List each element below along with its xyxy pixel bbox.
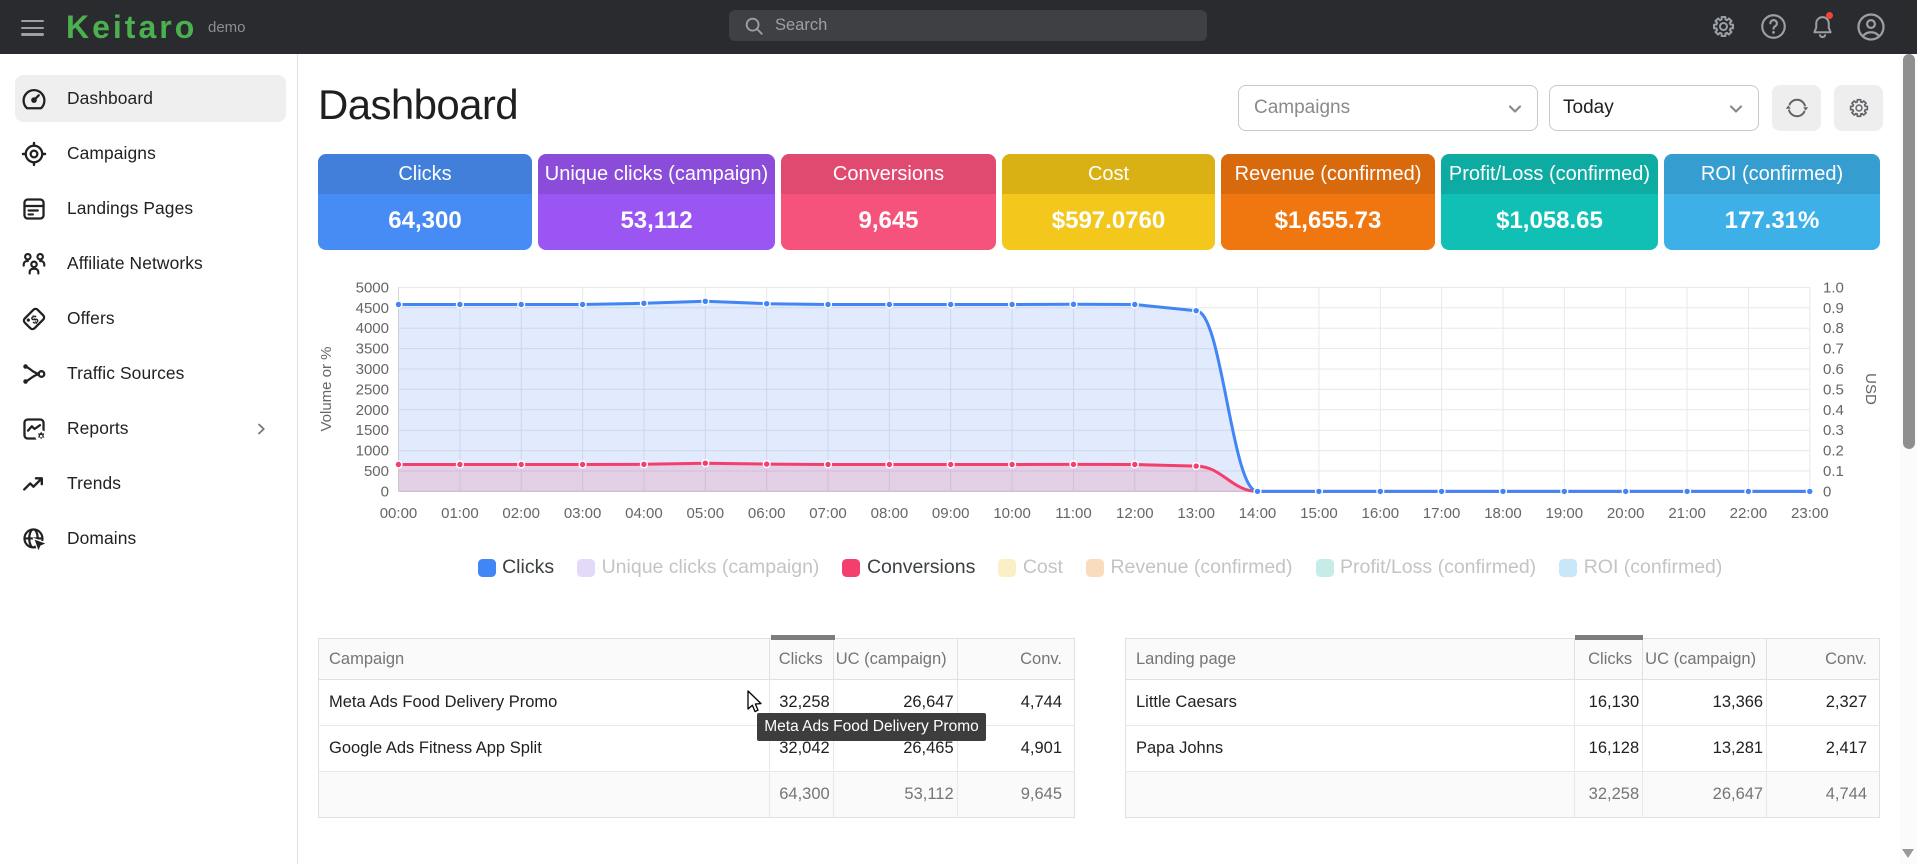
- svg-text:$: $: [29, 311, 41, 327]
- svg-text:09:00: 09:00: [932, 505, 970, 522]
- svg-text:4000: 4000: [356, 320, 389, 337]
- svg-text:Volume or %: Volume or %: [318, 346, 335, 431]
- svg-text:12:00: 12:00: [1116, 505, 1154, 522]
- svg-text:06:00: 06:00: [748, 505, 786, 522]
- svg-text:0: 0: [381, 483, 389, 500]
- svg-text:3500: 3500: [356, 341, 389, 358]
- svg-text:01:00: 01:00: [441, 505, 479, 522]
- svg-text:0: 0: [1823, 483, 1831, 500]
- svg-text:20:00: 20:00: [1607, 505, 1645, 522]
- svg-text:19:00: 19:00: [1546, 505, 1584, 522]
- svg-text:02:00: 02:00: [502, 505, 540, 522]
- svg-text:1500: 1500: [356, 422, 389, 439]
- svg-text:0.2: 0.2: [1823, 443, 1844, 460]
- svg-text:2500: 2500: [356, 381, 389, 398]
- svg-text:05:00: 05:00: [687, 505, 725, 522]
- svg-text:0.1: 0.1: [1823, 463, 1844, 480]
- svg-text:04:00: 04:00: [625, 505, 663, 522]
- svg-text:13:00: 13:00: [1177, 505, 1215, 522]
- svg-text:5000: 5000: [356, 279, 389, 296]
- svg-text:500: 500: [364, 463, 389, 480]
- svg-text:17:00: 17:00: [1423, 505, 1461, 522]
- svg-text:3000: 3000: [356, 361, 389, 378]
- svg-text:03:00: 03:00: [564, 505, 602, 522]
- svg-text:21:00: 21:00: [1668, 505, 1706, 522]
- svg-text:00:00: 00:00: [380, 505, 418, 522]
- svg-text:0.8: 0.8: [1823, 320, 1844, 337]
- svg-text:0.7: 0.7: [1823, 341, 1844, 358]
- svg-text:0.5: 0.5: [1823, 381, 1844, 398]
- svg-text:1.0: 1.0: [1823, 279, 1844, 296]
- svg-text:1000: 1000: [356, 443, 389, 460]
- svg-text:USD: USD: [1862, 373, 1879, 405]
- svg-text:07:00: 07:00: [809, 505, 847, 522]
- svg-text:0.3: 0.3: [1823, 422, 1844, 439]
- svg-text:08:00: 08:00: [871, 505, 909, 522]
- svg-text:4500: 4500: [356, 300, 389, 317]
- svg-text:14:00: 14:00: [1239, 505, 1277, 522]
- svg-text:23:00: 23:00: [1791, 505, 1829, 522]
- svg-text:22:00: 22:00: [1730, 505, 1768, 522]
- svg-text:11:00: 11:00: [1055, 505, 1091, 522]
- svg-text:0.4: 0.4: [1823, 402, 1844, 419]
- svg-text:10:00: 10:00: [993, 505, 1031, 522]
- svg-text:15:00: 15:00: [1300, 505, 1338, 522]
- svg-text:18:00: 18:00: [1484, 505, 1522, 522]
- svg-text:0.9: 0.9: [1823, 300, 1844, 317]
- svg-text:16:00: 16:00: [1362, 505, 1400, 522]
- svg-text:0.6: 0.6: [1823, 361, 1844, 378]
- svg-text:2000: 2000: [356, 402, 389, 419]
